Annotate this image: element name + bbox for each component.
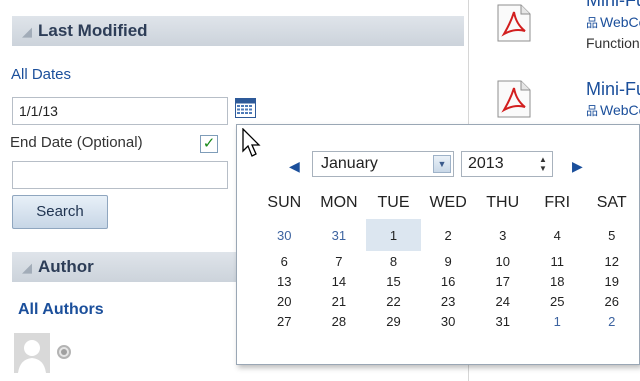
all-dates-link[interactable]: All Dates <box>11 66 71 83</box>
calendar-day[interactable]: 31 <box>312 219 367 251</box>
calendar-day[interactable]: 11 <box>530 251 584 271</box>
calendar-day[interactable]: 29 <box>366 311 421 331</box>
result-title[interactable]: Mini-Fun <box>586 79 640 100</box>
calendar-day[interactable]: 27 <box>257 311 312 331</box>
pdf-file-icon[interactable] <box>497 80 531 118</box>
calendar-day[interactable]: 24 <box>475 291 530 311</box>
calendar-day[interactable]: 2 <box>421 219 476 251</box>
calendar-day[interactable]: 8 <box>366 251 421 271</box>
month-select[interactable]: January ▼ <box>312 151 454 177</box>
end-date-label: End Date (Optional) <box>10 134 143 151</box>
calendar-day[interactable]: 4 <box>530 219 584 251</box>
last-modified-header[interactable]: ◢ Last Modified <box>12 16 464 46</box>
year-spinner[interactable]: 2013 ▲ ▼ <box>461 151 553 177</box>
calendar-day[interactable]: 26 <box>584 291 639 311</box>
calendar-day[interactable]: 20 <box>257 291 312 311</box>
all-authors-link[interactable]: All Authors <box>18 301 104 319</box>
calendar-day[interactable]: 28 <box>312 311 367 331</box>
chevron-down-icon[interactable]: ▼ <box>433 155 451 173</box>
day-header: TUE <box>377 194 410 211</box>
result-source-link[interactable]: 品WebCe <box>586 102 640 119</box>
result-source-link[interactable]: 品WebCe <box>586 14 640 31</box>
calendar-day[interactable]: 2 <box>584 311 639 331</box>
end-date-input[interactable] <box>12 161 228 189</box>
calendar-day[interactable]: 30 <box>421 311 476 331</box>
calendar-icon[interactable] <box>235 98 256 118</box>
calendar-day-selected[interactable]: 1 <box>366 219 421 251</box>
checkmark-icon: ✓ <box>202 135 216 152</box>
calendar-day[interactable]: 14 <box>312 271 367 291</box>
calendar-day[interactable]: 17 <box>475 271 530 291</box>
day-header: WED <box>429 194 467 211</box>
calendar-day[interactable]: 5 <box>584 219 639 251</box>
day-header: SUN <box>267 194 302 211</box>
calendar-day[interactable]: 16 <box>421 271 476 291</box>
spinner-arrows-icon[interactable]: ▲ ▼ <box>537 155 549 173</box>
day-header: SAT <box>596 194 627 211</box>
calendar-day[interactable]: 21 <box>312 291 367 311</box>
collapse-triangle-icon[interactable]: ◢ <box>22 24 32 39</box>
collapse-triangle-icon[interactable]: ◢ <box>22 260 32 275</box>
calendar-day[interactable]: 19 <box>584 271 639 291</box>
date-picker-popup: ◀ January ▼ 2013 ▲ ▼ ▶ SUN MON TUE WED TH… <box>236 124 640 365</box>
calendar-day[interactable]: 10 <box>475 251 530 271</box>
calendar-day[interactable]: 23 <box>421 291 476 311</box>
start-date-input[interactable] <box>12 97 228 125</box>
webcenter-grid-icon: 品 <box>586 104 599 118</box>
next-month-arrow-icon[interactable]: ▶ <box>572 158 583 175</box>
calendar-day[interactable]: 13 <box>257 271 312 291</box>
search-button[interactable]: Search <box>12 195 108 229</box>
calendar-day[interactable]: 7 <box>312 251 367 271</box>
calendar-grid: SUN MON TUE WED THU FRI SAT 30 31 1 2 3 … <box>257 187 639 331</box>
person-silhouette-icon <box>18 340 46 373</box>
day-header: MON <box>320 194 358 211</box>
calendar-day[interactable]: 15 <box>366 271 421 291</box>
calendar-day[interactable]: 3 <box>475 219 530 251</box>
result-title[interactable]: Mini-Fun <box>586 0 640 11</box>
calendar-day[interactable]: 9 <box>421 251 476 271</box>
calendar-day[interactable]: 18 <box>530 271 584 291</box>
day-header: THU <box>486 194 520 211</box>
calendar-day[interactable]: 25 <box>530 291 584 311</box>
calendar-day[interactable]: 22 <box>366 291 421 311</box>
webcenter-grid-icon: 品 <box>586 16 599 30</box>
mouse-pointer-icon <box>242 128 261 157</box>
calendar-day[interactable]: 31 <box>475 311 530 331</box>
calendar-day[interactable]: 1 <box>530 311 584 331</box>
avatar[interactable] <box>14 333 50 373</box>
prev-month-arrow-icon[interactable]: ◀ <box>289 158 300 175</box>
calendar-day[interactable]: 12 <box>584 251 639 271</box>
calendar-day[interactable]: 30 <box>257 219 312 251</box>
day-header: FRI <box>544 194 571 211</box>
pdf-file-icon[interactable] <box>497 4 531 42</box>
result-description: Functiona <box>586 35 640 51</box>
end-date-checkbox[interactable]: ✓ <box>200 135 218 153</box>
calendar-day[interactable]: 6 <box>257 251 312 271</box>
author-radio[interactable] <box>57 345 71 359</box>
